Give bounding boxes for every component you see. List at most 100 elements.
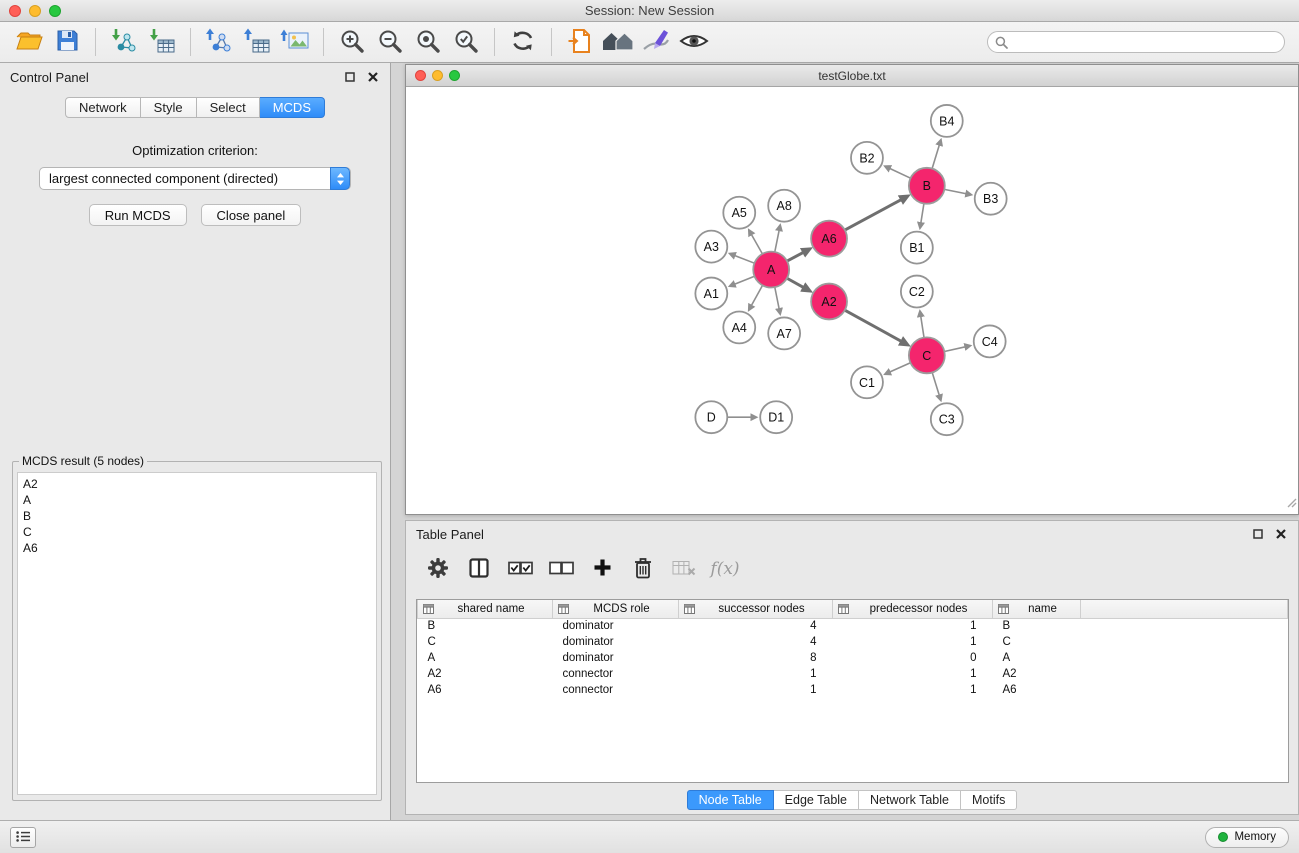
node-table-container[interactable]: shared nameMCDS rolesuccessor nodesprede… bbox=[416, 599, 1289, 783]
node-B2[interactable]: B2 bbox=[851, 142, 883, 174]
column-header-MCDS-role[interactable]: MCDS role bbox=[553, 600, 679, 618]
edge-A-A8[interactable] bbox=[775, 230, 779, 252]
search-input[interactable] bbox=[987, 31, 1285, 53]
style-button[interactable] bbox=[637, 25, 675, 59]
tab-mcds[interactable]: MCDS bbox=[260, 97, 325, 118]
node-A8[interactable]: A8 bbox=[768, 190, 800, 222]
edge-C-C1[interactable] bbox=[890, 363, 911, 372]
deselect-all-button[interactable] bbox=[547, 555, 575, 583]
node-A1[interactable]: A1 bbox=[695, 278, 727, 310]
edge-A-A2[interactable] bbox=[787, 278, 804, 287]
node-C2[interactable]: C2 bbox=[901, 276, 933, 308]
column-header-successor-nodes[interactable]: successor nodes bbox=[679, 600, 833, 618]
memory-button[interactable]: Memory bbox=[1205, 827, 1289, 848]
table-row[interactable]: A2connector11A2 bbox=[418, 666, 1288, 682]
edge-C-C2[interactable] bbox=[921, 316, 924, 337]
select-all-button[interactable] bbox=[506, 555, 534, 583]
node-A[interactable]: A bbox=[753, 252, 789, 288]
function-builder-button[interactable]: f(x) bbox=[711, 555, 739, 583]
tab-motifs[interactable]: Motifs bbox=[961, 790, 1017, 810]
network-canvas[interactable]: B4B2BB3A5A8A6B1A3AC2A1A2A4A7C4CC1C3DD1 bbox=[406, 87, 1298, 514]
node-A7[interactable]: A7 bbox=[768, 317, 800, 349]
result-item[interactable]: C bbox=[23, 524, 371, 540]
edge-A-A4[interactable] bbox=[751, 285, 762, 305]
export-image-button[interactable] bbox=[276, 25, 314, 59]
node-B4[interactable]: B4 bbox=[931, 105, 963, 137]
edge-A6-B[interactable] bbox=[845, 200, 902, 231]
tab-network-table[interactable]: Network Table bbox=[859, 790, 961, 810]
node-D1[interactable]: D1 bbox=[760, 401, 792, 433]
zoom-out-button[interactable] bbox=[371, 25, 409, 59]
curation-button[interactable] bbox=[561, 25, 599, 59]
zoom-in-button[interactable] bbox=[333, 25, 371, 59]
table-row[interactable]: A6connector11A6 bbox=[418, 682, 1288, 698]
open-file-button[interactable] bbox=[10, 25, 48, 59]
node-B1[interactable]: B1 bbox=[901, 232, 933, 264]
node-C4[interactable]: C4 bbox=[974, 325, 1006, 357]
close-panel-button-mcds[interactable]: Close panel bbox=[201, 204, 302, 226]
result-item[interactable]: A6 bbox=[23, 540, 371, 556]
resize-grip-icon[interactable] bbox=[1285, 495, 1297, 513]
visibility-button[interactable] bbox=[675, 25, 713, 59]
mcds-result-list[interactable]: A2ABCA6 bbox=[17, 472, 377, 795]
zoom-selected-button[interactable] bbox=[447, 25, 485, 59]
edge-B-B2[interactable] bbox=[890, 168, 911, 178]
add-row-button[interactable] bbox=[588, 555, 616, 583]
node-D[interactable]: D bbox=[695, 401, 727, 433]
delete-column-button[interactable] bbox=[670, 555, 698, 583]
table-row[interactable]: Adominator80A bbox=[418, 650, 1288, 666]
edge-B-B3[interactable] bbox=[944, 189, 966, 193]
minimize-window-button[interactable] bbox=[29, 5, 41, 17]
network-minimize-button[interactable] bbox=[432, 70, 443, 81]
edge-A-A1[interactable] bbox=[734, 276, 754, 284]
close-table-panel-button[interactable] bbox=[1274, 527, 1288, 541]
node-C3[interactable]: C3 bbox=[931, 403, 963, 435]
import-table-button[interactable] bbox=[143, 25, 181, 59]
zoom-fit-button[interactable] bbox=[409, 25, 447, 59]
node-C1[interactable]: C1 bbox=[851, 366, 883, 398]
refresh-button[interactable] bbox=[504, 25, 542, 59]
node-C[interactable]: C bbox=[909, 337, 945, 373]
task-history-button[interactable] bbox=[10, 827, 36, 848]
node-B[interactable]: B bbox=[909, 168, 945, 204]
table-row[interactable]: Bdominator41B bbox=[418, 618, 1288, 634]
float-panel-button[interactable] bbox=[343, 70, 357, 84]
network-close-button[interactable] bbox=[415, 70, 426, 81]
run-mcds-button[interactable]: Run MCDS bbox=[89, 204, 187, 226]
save-session-button[interactable] bbox=[48, 25, 86, 59]
tab-edge-table[interactable]: Edge Table bbox=[774, 790, 859, 810]
import-network-button[interactable] bbox=[105, 25, 143, 59]
tab-network[interactable]: Network bbox=[65, 97, 141, 118]
edge-B-B4[interactable] bbox=[932, 145, 939, 169]
edge-A2-C[interactable] bbox=[845, 310, 902, 341]
table-row[interactable]: Cdominator41C bbox=[418, 634, 1288, 650]
tab-node-table[interactable]: Node Table bbox=[687, 790, 774, 810]
result-item[interactable]: A bbox=[23, 492, 371, 508]
close-panel-button[interactable] bbox=[366, 70, 380, 84]
float-table-panel-button[interactable] bbox=[1251, 527, 1265, 541]
tab-select[interactable]: Select bbox=[197, 97, 260, 118]
edge-A-A3[interactable] bbox=[735, 256, 755, 264]
tab-style[interactable]: Style bbox=[141, 97, 197, 118]
result-item[interactable]: B bbox=[23, 508, 371, 524]
result-item[interactable]: A2 bbox=[23, 476, 371, 492]
network-graph-svg[interactable]: B4B2BB3A5A8A6B1A3AC2A1A2A4A7C4CC1C3DD1 bbox=[406, 87, 1298, 514]
home-button[interactable] bbox=[599, 25, 637, 59]
delete-row-button[interactable] bbox=[629, 555, 657, 583]
column-header-name[interactable]: name bbox=[993, 600, 1081, 618]
criterion-select[interactable]: largest connected component (directed) bbox=[39, 167, 351, 190]
edge-A-A6[interactable] bbox=[787, 252, 803, 261]
column-header-predecessor-nodes[interactable]: predecessor nodes bbox=[833, 600, 993, 618]
edge-C-C3[interactable] bbox=[932, 373, 939, 396]
export-table-button[interactable] bbox=[238, 25, 276, 59]
node-A5[interactable]: A5 bbox=[723, 197, 755, 229]
edge-A-A7[interactable] bbox=[775, 287, 779, 309]
edge-C-C4[interactable] bbox=[944, 347, 965, 352]
node-B3[interactable]: B3 bbox=[975, 183, 1007, 215]
edge-B-B1[interactable] bbox=[921, 204, 924, 223]
zoom-window-button[interactable] bbox=[49, 5, 61, 17]
network-zoom-button[interactable] bbox=[449, 70, 460, 81]
export-network-button[interactable] bbox=[200, 25, 238, 59]
column-header-shared-name[interactable]: shared name bbox=[418, 600, 553, 618]
node-A3[interactable]: A3 bbox=[695, 231, 727, 263]
